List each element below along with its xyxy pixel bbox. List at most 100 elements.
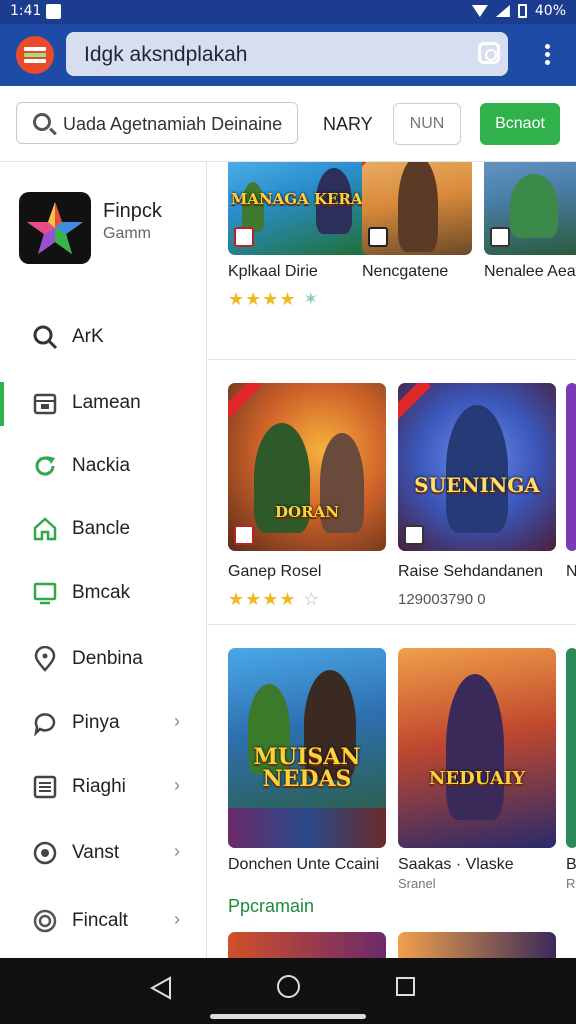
chevron-right-icon: › — [174, 711, 180, 731]
game-art-title: SUENINGA — [414, 473, 540, 497]
top-search-text: Idgk aksndplakah — [84, 43, 248, 66]
search-icon — [33, 325, 58, 350]
game-thumbnail[interactable]: SUENINGA — [398, 383, 556, 551]
game-thumbnail[interactable]: MUISAN NEDAS — [228, 648, 386, 848]
chevron-right-icon: › — [174, 775, 180, 795]
game-card[interactable]: Nencgatene — [362, 162, 472, 281]
game-title: Saakas · Vlaske — [398, 856, 514, 873]
sidebar-item-label: Nackia — [72, 455, 131, 476]
sidebar-item-bmcak[interactable]: Bmcak — [0, 570, 206, 614]
more-options-icon[interactable] — [538, 40, 558, 68]
game-title: N — [566, 563, 576, 580]
game-card[interactable]: SUENINGA Raise Sehdandanen 129003790 0 — [398, 383, 556, 608]
status-bar: 1:41 40% — [0, 0, 576, 24]
sidebar: Finpck Gamm ArK Lamean Nackia Bancle Bmc… — [0, 162, 207, 958]
sidebar-item-label: Denbina — [72, 648, 143, 669]
publisher-badge-icon — [368, 227, 388, 247]
sidebar-item-riaghi[interactable]: Riaghi › — [0, 764, 206, 808]
game-card[interactable]: NEDUAIY Saakas · Vlaske Sranel — [398, 648, 556, 891]
rating-stars: ★★★★ ☆ — [228, 589, 321, 610]
game-thumbnail[interactable] — [484, 162, 576, 255]
recents-icon[interactable] — [396, 977, 415, 996]
battery-percent: 40% — [534, 3, 566, 19]
sidebar-item-bancle[interactable]: Bancle — [0, 506, 206, 550]
publisher-badge-icon — [234, 525, 254, 545]
calendar-icon — [33, 393, 57, 415]
sidebar-item-fincalt[interactable]: Fincalt › — [0, 898, 206, 942]
filter-bar: Uada Agetnamiah Deinaine NARY NUN Bcnaot — [0, 86, 576, 162]
row-divider — [208, 359, 576, 360]
game-title: Ganep Rosel — [228, 563, 322, 580]
rating-stars: ★★★★ ✶ — [228, 289, 320, 310]
game-card[interactable]: B R — [566, 648, 576, 891]
row-divider — [208, 624, 576, 625]
game-thumbnail[interactable] — [566, 383, 576, 551]
game-card[interactable]: MUISAN NEDAS Donchen Unte Ccaini — [228, 648, 386, 874]
game-title: Nenalee Aeafr — [484, 263, 576, 280]
back-icon[interactable] — [150, 976, 172, 1000]
publisher-badge-icon — [490, 227, 510, 247]
game-thumbnail[interactable] — [362, 162, 472, 255]
sidebar-item-label: Pinya — [72, 712, 120, 733]
home-nav-icon[interactable] — [277, 975, 300, 998]
search-icon — [33, 113, 51, 131]
notification-icon — [46, 4, 61, 19]
game-thumbnail[interactable] — [566, 648, 576, 848]
game-subtitle: R — [566, 876, 576, 891]
home-icon — [33, 517, 57, 541]
game-card[interactable]: N — [566, 383, 576, 581]
chevron-right-icon: › — [174, 841, 180, 861]
game-thumbnail[interactable] — [398, 932, 556, 958]
nav-link[interactable]: NARY — [323, 114, 373, 135]
game-card[interactable] — [398, 932, 556, 958]
primary-button[interactable]: Bcnaot — [480, 103, 560, 145]
publisher-badge-icon — [404, 525, 424, 545]
game-art-title: NEDUAIY — [428, 768, 526, 789]
game-card[interactable] — [228, 932, 386, 958]
game-thumbnail[interactable] — [228, 932, 386, 958]
sidebar-item-label: Lamean — [72, 392, 141, 413]
game-card[interactable]: Nenalee Aeafr — [484, 162, 576, 281]
sidebar-item-denbina[interactable]: Denbina — [0, 636, 206, 680]
game-title: Nencgatene — [362, 263, 449, 280]
sidebar-item-ark[interactable]: ArK — [0, 314, 206, 358]
camera-icon[interactable] — [478, 42, 500, 64]
status-right: 40% — [471, 3, 566, 19]
brand-logo-icon — [19, 192, 91, 264]
search-input[interactable]: Uada Agetnamiah Deinaine — [16, 102, 298, 144]
search-input-text: Uada Agetnamiah Deinaine — [63, 114, 283, 134]
sidebar-item-label: Bancle — [72, 518, 131, 539]
chat-icon — [34, 713, 56, 736]
sidebar-item-pinya[interactable]: Pinya › — [0, 700, 206, 744]
game-thumbnail[interactable]: DORAN — [228, 383, 386, 551]
sidebar-item-nackia[interactable]: Nackia — [0, 443, 206, 487]
list-icon — [33, 775, 57, 799]
brand-subtitle: Gamm — [103, 225, 151, 242]
sidebar-item-lamean[interactable]: Lamean — [0, 380, 206, 424]
refresh-icon — [35, 456, 55, 476]
app-bar: Idgk aksndplakah — [0, 24, 576, 86]
wifi-icon — [471, 5, 488, 17]
game-title: B — [566, 856, 576, 873]
globe-icon — [33, 841, 57, 865]
app-logo-icon[interactable] — [16, 36, 54, 74]
game-thumbnail[interactable]: NEDUAIY — [398, 648, 556, 848]
top-search-bar[interactable]: Idgk aksndplakah — [66, 32, 508, 76]
status-time: 1:41 — [10, 3, 42, 19]
system-nav-bar — [0, 958, 576, 1024]
sidebar-item-label: Bmcak — [72, 582, 131, 603]
monitor-icon — [33, 582, 57, 605]
game-art-title: MUISAN NEDAS — [253, 744, 361, 792]
publisher-badge-icon — [234, 227, 254, 247]
location-icon — [34, 646, 56, 672]
game-card[interactable]: DORAN Ganep Rosel ★★★★ ☆ — [228, 383, 386, 610]
battery-icon — [517, 4, 527, 18]
section-heading: Ppcramain — [228, 896, 315, 916]
sidebar-item-label: Riaghi — [72, 776, 126, 797]
game-title: Donchen Unte Ccaini — [228, 856, 380, 873]
gesture-handle[interactable] — [210, 1014, 366, 1019]
settings-icon — [33, 909, 57, 933]
sidebar-item-label: Vanst — [72, 842, 120, 863]
secondary-button[interactable]: NUN — [393, 103, 461, 145]
sidebar-item-vanst[interactable]: Vanst › — [0, 830, 206, 874]
